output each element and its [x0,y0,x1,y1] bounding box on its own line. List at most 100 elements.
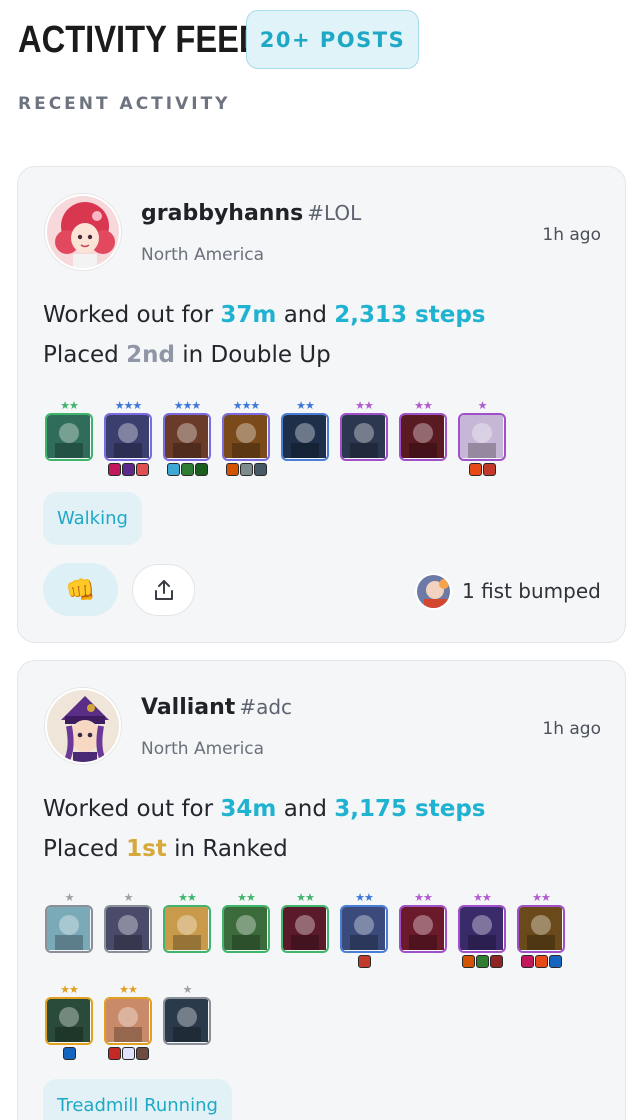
champion-unit[interactable]: ★ [458,399,506,476]
champion-portrait [340,905,388,953]
bumper-avatar[interactable] [415,573,452,610]
champion-unit[interactable]: ★ [104,891,152,953]
champion-portrait [340,413,388,461]
champion-portrait [163,413,211,461]
item-icon [489,955,503,968]
item-icon [194,463,208,476]
item-icons [517,955,565,968]
activity-card[interactable]: Valliant #adc North America 1h ago Worked… [17,660,626,1120]
activity-type-tag[interactable]: Walking [43,492,142,545]
item-icons [340,955,388,968]
item-icon [166,463,180,476]
champion-portrait [458,413,506,461]
champion-unit[interactable]: ★ [45,891,93,953]
fist-bump-icon: 👊 [65,575,96,604]
placement-line: Placed 2nd in Double Up [43,342,331,368]
star-level: ★★★ [114,399,143,412]
champion-unit[interactable]: ★★ [458,891,506,968]
item-icon [239,463,253,476]
user-tag: #adc [239,695,293,719]
post-time: 1h ago [542,719,601,739]
star-level: ★★ [296,399,315,412]
champion-unit[interactable]: ★★ [45,983,93,1060]
star-level: ★★ [414,399,433,412]
item-icon [107,1047,121,1060]
fist-bump-button[interactable]: 👊 [43,563,118,616]
workout-minutes: 37m [220,302,277,328]
username[interactable]: grabbyhanns #LOL [141,201,361,226]
section-label: RECENT ACTIVITY [18,94,231,114]
share-icon [154,580,173,600]
placement: 1st [126,836,167,862]
champion-unit[interactable]: ★★★ [163,399,211,476]
item-icon [121,1047,135,1060]
champion-unit[interactable]: ★★ [163,891,211,953]
champion-unit[interactable]: ★★ [340,399,388,461]
champion-unit[interactable]: ★★ [45,399,93,461]
workout-line: Worked out for 37m and 2,313 steps [43,302,486,328]
placement-line: Placed 1st in Ranked [43,836,288,862]
champion-portrait [45,905,93,953]
item-icon [107,463,121,476]
item-icon [468,463,482,476]
username[interactable]: Valliant #adc [141,695,292,720]
item-icon [357,955,371,968]
activity-type-tag[interactable]: Treadmill Running [43,1079,232,1120]
star-level: ★★ [473,891,492,904]
item-icons [458,955,506,968]
user-tag: #LOL [307,201,362,225]
item-icon [461,955,475,968]
post-summary: Worked out for 34m and 3,175 steps Place… [43,789,486,869]
share-button[interactable] [132,564,195,616]
champion-unit[interactable]: ★★★ [222,399,270,476]
champion-unit[interactable]: ★★ [517,891,565,968]
workout-steps: 3,175 steps [334,796,486,822]
star-level: ★★★ [173,399,202,412]
star-level: ★★ [355,399,374,412]
star-level: ★★ [60,983,79,996]
post-time: 1h ago [542,225,601,245]
item-icon [520,955,534,968]
champion-portrait [517,905,565,953]
item-icon [475,955,489,968]
champion-portrait [281,905,329,953]
user-avatar[interactable] [45,688,121,764]
item-icon [180,463,194,476]
post-summary: Worked out for 37m and 2,313 steps Place… [43,295,486,375]
champion-unit[interactable]: ★★ [222,891,270,953]
item-icon [534,955,548,968]
star-level: ★★ [237,891,256,904]
champion-portrait [104,413,152,461]
user-region: North America [141,245,265,265]
champion-portrait [281,413,329,461]
champion-unit[interactable]: ★★ [399,399,447,461]
champion-portrait [163,997,211,1045]
champion-portrait [222,905,270,953]
post-count-badge[interactable]: 20+ POSTS [246,10,419,69]
user-avatar[interactable] [45,194,121,270]
item-icons [222,463,270,476]
star-level: ★★ [296,891,315,904]
champion-unit[interactable]: ★ [163,983,211,1045]
champion-portrait [45,413,93,461]
fist-bump-count[interactable]: 1 fist bumped [462,579,601,603]
champion-unit[interactable]: ★★ [104,983,152,1060]
workout-minutes: 34m [220,796,277,822]
champion-unit[interactable]: ★★ [281,399,329,461]
champion-unit[interactable]: ★★ [399,891,447,953]
item-icon [225,463,239,476]
item-icons [45,1047,93,1060]
header: ACTIVITY FEED 20+ POSTS [18,10,419,70]
champion-portrait [222,413,270,461]
champion-unit[interactable]: ★★ [340,891,388,968]
activity-card[interactable]: grabbyhanns #LOL North America 1h ago Wor… [17,166,626,643]
placement: 2nd [126,342,175,368]
champion-unit[interactable]: ★★ [281,891,329,953]
item-icons [163,463,211,476]
star-level: ★★ [414,891,433,904]
champion-portrait [104,997,152,1045]
item-icons [104,463,152,476]
star-level: ★ [123,891,134,904]
champion-unit[interactable]: ★★★ [104,399,152,476]
workout-steps: 2,313 steps [334,302,486,328]
